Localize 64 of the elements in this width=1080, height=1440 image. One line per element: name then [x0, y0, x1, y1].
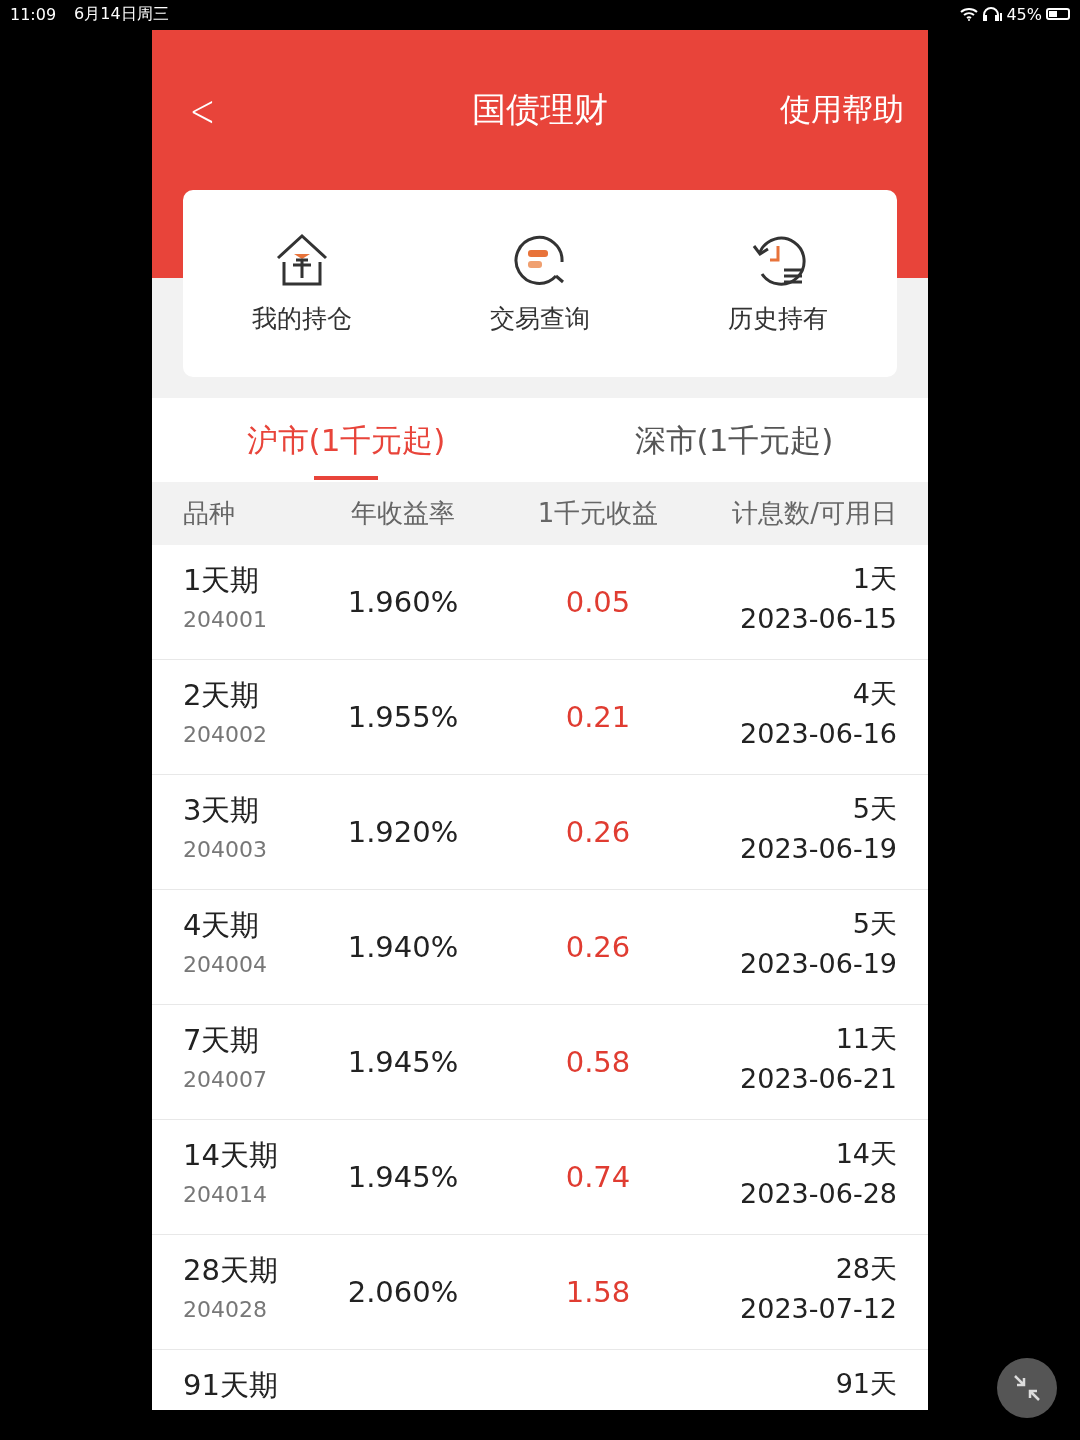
available-date: 2023-06-15	[740, 603, 897, 634]
product-name: 28天期	[183, 1252, 278, 1289]
annual-rate: 1.960%	[347, 585, 459, 619]
annual-rate: 1.945%	[347, 1045, 459, 1079]
interest-days: 11天	[835, 1021, 897, 1057]
help-link[interactable]: 使用帮助	[780, 89, 904, 131]
available-date: 2023-06-19	[740, 948, 897, 979]
interest-days: 4天	[852, 676, 897, 712]
product-name: 7天期	[183, 1022, 260, 1059]
income-value: 0.26	[565, 815, 631, 849]
product-code: 204004	[183, 952, 267, 977]
product-name: 3天期	[183, 792, 260, 829]
interest-days: 1天	[852, 561, 897, 597]
column-header: 1千元收益	[537, 497, 659, 530]
annual-rate: 1.940%	[347, 930, 459, 964]
available-date: 2023-06-21	[740, 1063, 897, 1094]
annual-rate: 1.920%	[347, 815, 459, 849]
wifi-icon	[960, 7, 979, 21]
product-name: 14天期	[183, 1137, 278, 1174]
battery-percent: 45%	[1006, 4, 1042, 24]
income-value: 0.05	[565, 585, 631, 619]
column-header: 品种	[183, 497, 236, 530]
collapse-button[interactable]	[997, 1358, 1057, 1418]
income-value: 0.21	[565, 700, 631, 734]
product-code: 204014	[183, 1182, 267, 1207]
product-code: 204007	[183, 1067, 267, 1092]
annual-rate: 2.060%	[347, 1275, 459, 1309]
product-code: 204003	[183, 837, 267, 862]
product-code: 204001	[183, 607, 267, 632]
interest-days: 91天	[835, 1366, 897, 1402]
product-name: 4天期	[183, 907, 260, 944]
column-header: 计息数/可用日	[732, 497, 897, 530]
house-icon[interactable]	[274, 232, 330, 288]
available-date: 2023-07-12	[740, 1293, 897, 1324]
back-button[interactable]: <	[189, 84, 216, 136]
annual-rate: 1.945%	[347, 1160, 459, 1194]
annual-rate: 1.955%	[347, 700, 459, 734]
available-date: 2023-06-16	[740, 718, 897, 749]
product-code: 204002	[183, 722, 267, 747]
interest-days: 14天	[835, 1136, 897, 1172]
interest-days: 5天	[852, 906, 897, 942]
status-time: 11:09	[10, 4, 57, 24]
headphones-icon	[982, 7, 1003, 21]
product-name: 2天期	[183, 677, 260, 714]
product-name: 1天期	[183, 562, 260, 599]
product-code: 204028	[183, 1297, 267, 1322]
product-name: 91天期	[183, 1367, 278, 1404]
market-tab[interactable]: 深市(1千元起)	[540, 398, 928, 482]
available-date: 2023-06-19	[740, 833, 897, 864]
collapse-icon	[1012, 1373, 1042, 1403]
income-value: 1.58	[565, 1275, 631, 1309]
shortcut-label[interactable]: 我的持仓	[252, 302, 352, 335]
shortcut-label[interactable]: 历史持有	[728, 302, 828, 335]
battery-icon	[1046, 8, 1070, 20]
interest-days: 28天	[835, 1251, 897, 1287]
status-date: 6月14日周三	[74, 3, 169, 25]
income-value: 0.58	[565, 1045, 631, 1079]
income-value: 0.26	[565, 930, 631, 964]
available-date: 2023-06-28	[740, 1178, 897, 1209]
shortcut-label[interactable]: 交易查询	[490, 302, 590, 335]
page-title: 国债理财	[472, 88, 608, 131]
income-value: 0.74	[565, 1160, 631, 1194]
interest-days: 5天	[852, 791, 897, 827]
column-header: 年收益率	[351, 497, 455, 530]
